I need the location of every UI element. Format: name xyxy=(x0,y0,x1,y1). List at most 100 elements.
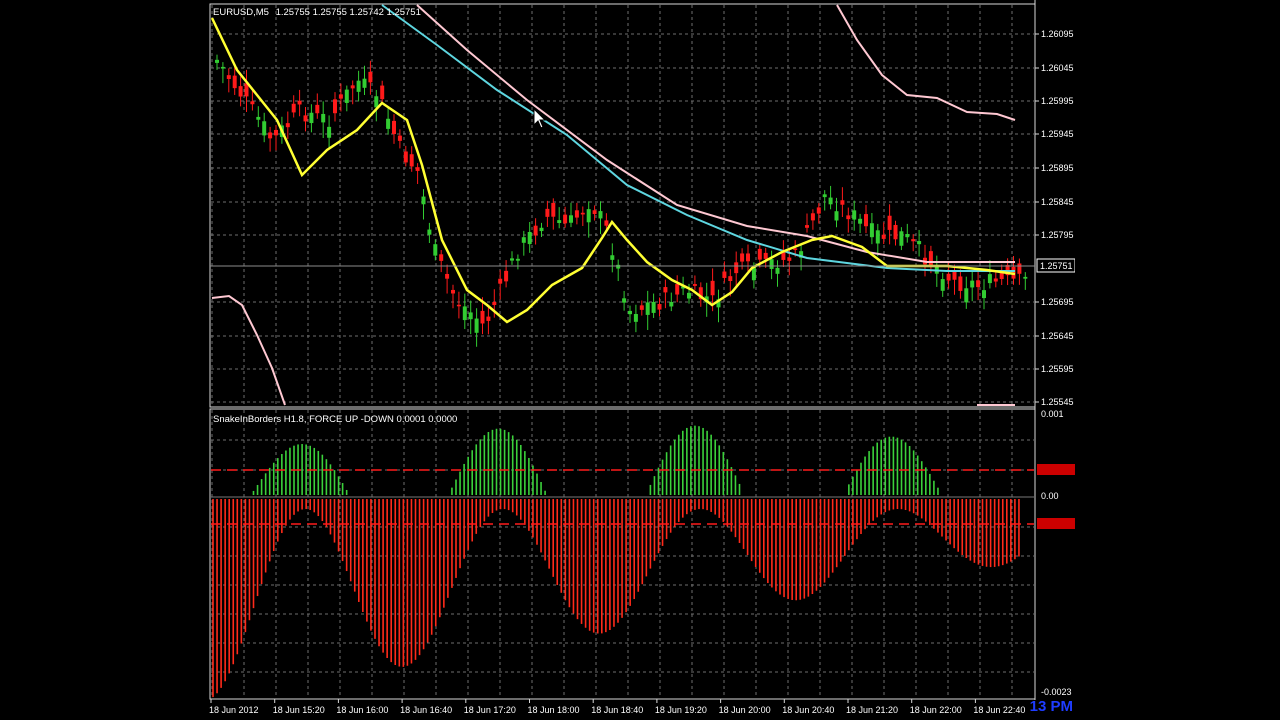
candle-body xyxy=(510,258,514,261)
candle-body xyxy=(946,273,951,281)
candle-body xyxy=(297,100,302,105)
candle-body xyxy=(533,225,538,236)
candle-body xyxy=(445,273,450,279)
candle-body xyxy=(639,305,644,310)
time-axis: 18 Jun 2012 18 Jun 15:20 18 Jun 16:00 18 Ju… xyxy=(209,699,1025,715)
candle-body xyxy=(327,126,332,138)
candle-body xyxy=(468,312,473,320)
candle-body xyxy=(816,207,821,214)
candle-body xyxy=(852,210,857,220)
price-label: 1.25795 xyxy=(1041,230,1074,240)
price-label: 1.25645 xyxy=(1041,331,1074,341)
candle-body xyxy=(993,278,998,282)
candle-body xyxy=(321,113,326,123)
moving-averages xyxy=(210,4,1016,324)
candle-body xyxy=(527,231,532,245)
candle-body xyxy=(763,252,768,259)
candle-body xyxy=(215,59,219,63)
candle-body xyxy=(710,280,715,296)
candle-body xyxy=(462,306,467,321)
candle-body xyxy=(356,80,361,92)
candle-body xyxy=(687,292,691,299)
fast-ma-line xyxy=(210,17,1016,324)
candle-body xyxy=(315,104,320,114)
candle-body xyxy=(633,314,638,322)
candle-body xyxy=(846,215,851,220)
candle-body xyxy=(492,302,497,305)
candle-body xyxy=(893,224,898,240)
candle-body xyxy=(220,66,225,69)
candle-body xyxy=(368,71,373,83)
price-label: 1.25895 xyxy=(1041,163,1074,173)
chart-canvas[interactable]: EURUSD,M5 1.25755 1.25755 1.25742 1.2575… xyxy=(207,0,1075,720)
candle-body xyxy=(657,304,662,310)
level-tag-lower xyxy=(1037,518,1075,529)
candle-body xyxy=(285,123,290,128)
candle-body xyxy=(521,237,526,243)
candle-body xyxy=(498,278,503,284)
price-label: 1.25995 xyxy=(1041,96,1074,106)
candle-body xyxy=(787,257,792,261)
time-label: 18 Jun 2012 xyxy=(209,705,259,715)
time-label: 18 Jun 18:40 xyxy=(591,705,643,715)
time-label: 18 Jun 20:00 xyxy=(719,705,771,715)
time-label: 18 Jun 21:20 xyxy=(846,705,898,715)
current-price-label: 1.25751 xyxy=(1040,261,1073,271)
band-lines xyxy=(211,4,1016,406)
candle-body xyxy=(344,89,349,103)
candle-body xyxy=(899,231,904,246)
indicator-scale-label: 0.001 xyxy=(1041,409,1064,419)
indicator-histogram xyxy=(212,425,1020,698)
time-label: 18 Jun 16:00 xyxy=(336,705,388,715)
candle-body xyxy=(645,302,650,315)
candle-body xyxy=(834,211,839,221)
candle-body xyxy=(858,218,863,224)
candle-body xyxy=(722,271,727,278)
upper-band-line xyxy=(836,4,1016,121)
indicator-scale-label: -0.0023 xyxy=(1041,687,1072,697)
candle-body xyxy=(757,248,762,260)
chart-window[interactable]: EURUSD,M5 1.25755 1.25755 1.25742 1.2575… xyxy=(207,0,1075,720)
candle-body xyxy=(692,284,697,286)
candle-body xyxy=(386,118,391,129)
candle-body xyxy=(392,120,396,135)
candle-body xyxy=(486,316,491,321)
time-label: 18 Jun 15:20 xyxy=(273,705,325,715)
candle-body xyxy=(669,302,674,307)
candle-body xyxy=(415,167,420,171)
candle-body xyxy=(504,270,509,282)
price-scale: 1.26095 1.26045 1.25995 1.25945 1.25895 1.258… xyxy=(1035,29,1074,407)
candle-body xyxy=(557,220,562,224)
candle-body xyxy=(268,132,273,139)
candle-body xyxy=(810,213,815,221)
candle-body xyxy=(987,274,992,284)
time-label: 18 Jun 16:40 xyxy=(400,705,452,715)
candle-body xyxy=(928,251,933,266)
candle-body xyxy=(769,259,774,269)
candle-body xyxy=(805,225,809,228)
time-label: 18 Jun 18:00 xyxy=(528,705,580,715)
candle-body xyxy=(616,264,621,269)
candle-body xyxy=(869,223,874,238)
candle-body xyxy=(397,135,402,141)
time-label: 18 Jun 17:20 xyxy=(464,705,516,715)
candle-body xyxy=(539,227,544,232)
candle-body xyxy=(592,210,597,215)
candle-body xyxy=(409,154,414,167)
candle-body xyxy=(433,244,438,256)
candle-body xyxy=(887,215,892,230)
candle-body xyxy=(728,276,733,282)
candle-body xyxy=(551,202,556,217)
candle-body xyxy=(569,215,573,223)
candle-body xyxy=(451,289,455,294)
candle-body xyxy=(545,208,550,217)
candle-body xyxy=(822,194,827,198)
candle-body xyxy=(474,318,479,333)
candle-body xyxy=(403,151,408,163)
price-label: 1.25695 xyxy=(1041,297,1074,307)
candle-body xyxy=(362,78,367,88)
candle-body xyxy=(970,280,975,288)
indicator-title: SnakeInBorders H1.8, FORCE UP -DOWN 0.00… xyxy=(213,414,457,425)
candle-body xyxy=(238,86,243,97)
candle-body xyxy=(864,214,868,227)
